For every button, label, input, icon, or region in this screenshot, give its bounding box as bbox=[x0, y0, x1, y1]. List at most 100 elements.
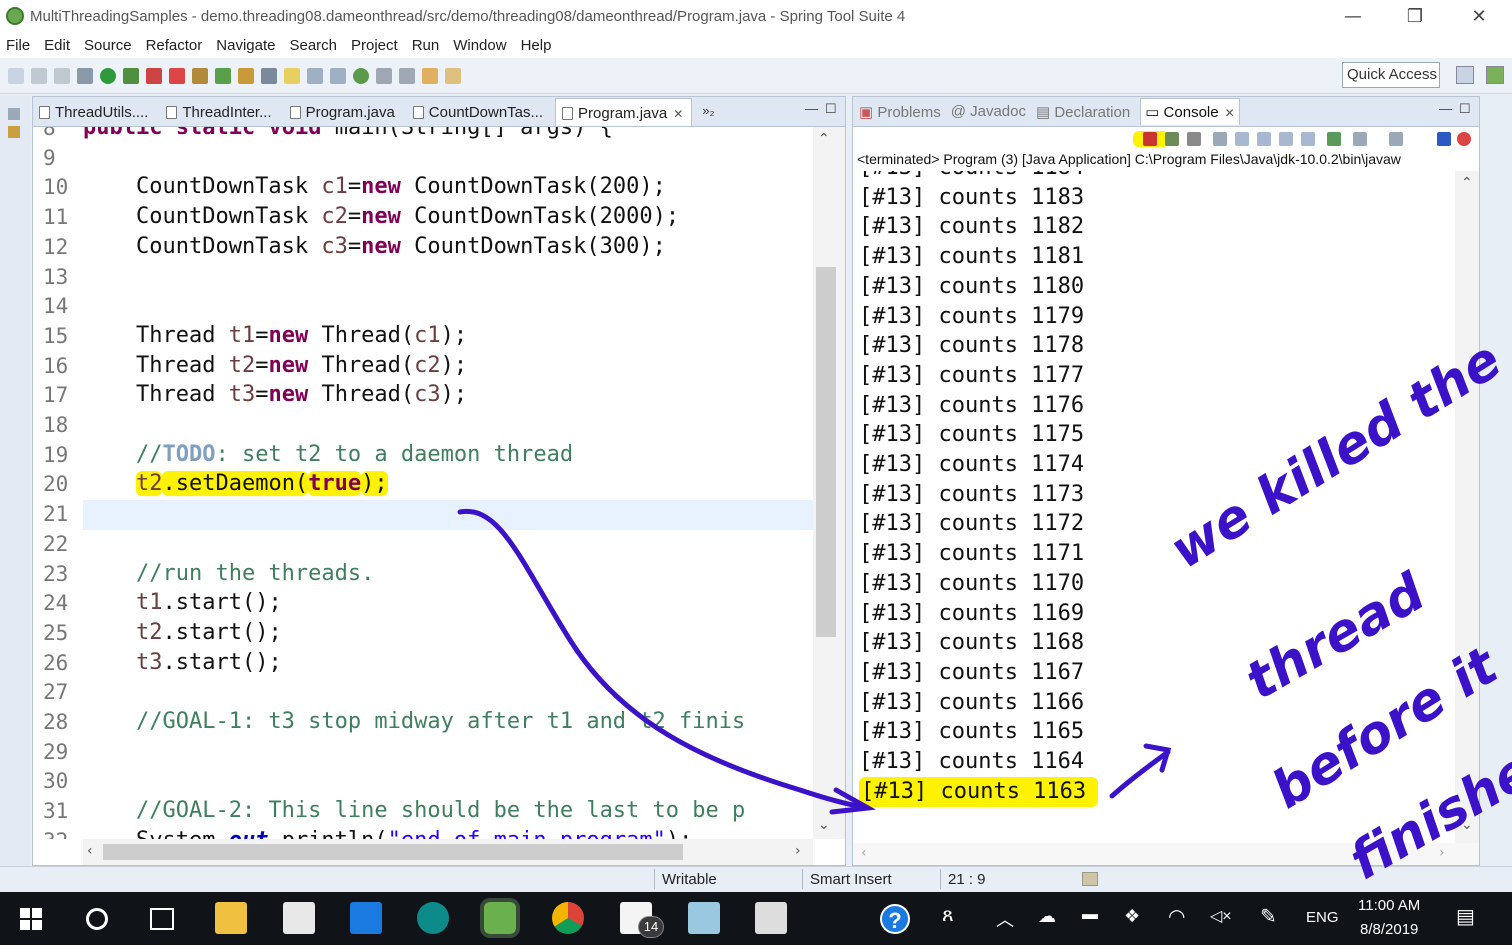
chrome-icon[interactable] bbox=[552, 902, 584, 934]
editor-vertical-scrollbar[interactable]: ⌃ ⌄ bbox=[813, 127, 845, 839]
menu-refactor[interactable]: Refactor bbox=[146, 37, 203, 54]
tab-problems[interactable]: ▣ Problems bbox=[859, 103, 941, 121]
photos-icon[interactable] bbox=[755, 902, 787, 934]
run-icon[interactable] bbox=[100, 67, 116, 84]
tab-threadinter[interactable]: ThreadInter... bbox=[160, 98, 279, 126]
quick-access-input[interactable]: Quick Access bbox=[1342, 62, 1440, 88]
pin-console-icon[interactable] bbox=[1327, 132, 1341, 146]
windows-start-icon[interactable] bbox=[20, 908, 42, 930]
toggle-mark-icon[interactable] bbox=[284, 67, 300, 84]
scroll-lock-icon[interactable] bbox=[1235, 132, 1249, 146]
minimize-button[interactable]: — bbox=[1330, 0, 1376, 32]
code-line[interactable]: 21 bbox=[33, 499, 813, 529]
scroll-right-icon[interactable]: › bbox=[795, 843, 801, 859]
menu-window[interactable]: Window bbox=[453, 37, 506, 54]
block-select-icon[interactable] bbox=[330, 67, 346, 84]
code-line[interactable]: 19 //TODO: set t2 to a daemon thread bbox=[33, 440, 813, 470]
open-perspective-icon[interactable] bbox=[1456, 66, 1474, 84]
code-line[interactable]: 16 Thread t2=new Thread(c2); bbox=[33, 351, 813, 381]
new-class-icon[interactable] bbox=[215, 67, 231, 84]
dropbox-tray-icon[interactable]: ❖ bbox=[1124, 906, 1140, 927]
package-explorer-icon[interactable] bbox=[8, 126, 20, 138]
menu-edit[interactable]: Edit bbox=[44, 37, 70, 54]
coverage-icon[interactable] bbox=[123, 67, 139, 84]
previous-annotation-icon[interactable] bbox=[399, 67, 415, 84]
menu-navigate[interactable]: Navigate bbox=[216, 37, 275, 54]
clear-console-icon[interactable] bbox=[1213, 132, 1227, 146]
pen-workspace-icon[interactable]: ✎ bbox=[1260, 904, 1277, 929]
scrollbar-thumb[interactable] bbox=[816, 267, 836, 637]
code-line[interactable]: 22 bbox=[33, 529, 813, 559]
maximize-editor-icon[interactable]: ☐ bbox=[825, 101, 837, 117]
battery-icon[interactable]: ▬ bbox=[1082, 906, 1098, 924]
spring-boot-icon[interactable] bbox=[1457, 132, 1471, 146]
clock-date[interactable]: 8/8/2019 bbox=[1360, 921, 1418, 938]
tab-threadutils[interactable]: ThreadUtils.... bbox=[33, 98, 156, 126]
minimize-console-icon[interactable]: — bbox=[1439, 101, 1452, 116]
code-line[interactable]: 29 bbox=[33, 737, 813, 767]
code-line[interactable]: 13 bbox=[33, 262, 813, 292]
show-hidden-icons-icon[interactable]: ︿ bbox=[996, 906, 1014, 932]
next-annotation-icon[interactable] bbox=[376, 67, 392, 84]
store-icon[interactable] bbox=[283, 902, 315, 934]
tab-console[interactable]: ▭ Console ✕ bbox=[1140, 98, 1240, 125]
open-type-icon[interactable] bbox=[238, 67, 254, 84]
cortana-icon[interactable] bbox=[86, 908, 108, 930]
search-icon[interactable] bbox=[261, 67, 277, 84]
close-button[interactable]: ✕ bbox=[1456, 0, 1502, 32]
scroll-up-icon[interactable]: ⌃ bbox=[818, 131, 830, 147]
link-icon[interactable] bbox=[1437, 132, 1451, 146]
debug-icon[interactable] bbox=[77, 67, 93, 84]
tab-program-java[interactable]: Program.java bbox=[284, 98, 403, 126]
show-on-stdout-icon[interactable] bbox=[1279, 132, 1293, 146]
console-vertical-scrollbar[interactable]: ⌃ ⌄ bbox=[1455, 171, 1479, 843]
remove-all-terminated-icon[interactable] bbox=[1187, 132, 1201, 146]
tab-javadoc[interactable]: @ Javadoc bbox=[951, 103, 1026, 120]
restore-view-icon[interactable] bbox=[8, 108, 20, 120]
editor-horizontal-scrollbar[interactable]: ‹ › bbox=[83, 839, 813, 865]
code-line[interactable]: 18 bbox=[33, 410, 813, 440]
more-tabs-button[interactable]: »₂ bbox=[696, 103, 720, 126]
spring-tool-suite-taskbar-icon[interactable] bbox=[484, 902, 516, 934]
code-line[interactable]: 17 Thread t3=new Thread(c3); bbox=[33, 380, 813, 410]
close-tab-icon[interactable]: ✕ bbox=[673, 107, 683, 121]
language-indicator[interactable]: ENG bbox=[1306, 909, 1339, 926]
code-line[interactable]: 10 CountDownTask c1=new CountDownTask(20… bbox=[33, 172, 813, 202]
external-tools-icon[interactable] bbox=[169, 67, 185, 84]
file-explorer-icon[interactable] bbox=[215, 902, 247, 934]
wifi-icon[interactable]: ◠ bbox=[1168, 904, 1185, 929]
code-line[interactable]: 15 Thread t1=new Thread(c1); bbox=[33, 321, 813, 351]
volume-muted-icon[interactable]: ◁× bbox=[1210, 906, 1232, 926]
menu-help[interactable]: Help bbox=[521, 37, 552, 54]
maximize-console-icon[interactable]: ☐ bbox=[1459, 101, 1471, 117]
save-all-icon[interactable] bbox=[54, 67, 70, 84]
code-line[interactable]: 28 //GOAL-1: t3 stop midway after t1 and… bbox=[33, 707, 813, 737]
minimize-editor-icon[interactable]: — bbox=[805, 101, 818, 116]
boot-dashboard-icon[interactable] bbox=[353, 67, 369, 84]
back-icon[interactable] bbox=[422, 67, 438, 84]
save-icon[interactable] bbox=[31, 67, 47, 84]
code-line[interactable]: 30 bbox=[33, 766, 813, 796]
task-view-icon[interactable] bbox=[150, 908, 174, 930]
scroll-left-icon[interactable]: ‹ bbox=[87, 843, 93, 859]
scroll-up-icon[interactable]: ⌃ bbox=[1461, 175, 1473, 191]
scroll-down-icon[interactable]: ⌄ bbox=[818, 817, 830, 833]
dropbox-icon[interactable] bbox=[350, 902, 382, 934]
stop-icon[interactable] bbox=[146, 67, 162, 84]
tab-countdowntask[interactable]: CountDownTas... bbox=[407, 98, 551, 126]
people-icon[interactable]: ጸ bbox=[942, 904, 954, 927]
code-line[interactable]: 25 t2.start(); bbox=[33, 618, 813, 648]
forward-icon[interactable] bbox=[445, 67, 461, 84]
progress-icon[interactable] bbox=[1082, 872, 1098, 886]
clock-time[interactable]: 11:00 AM bbox=[1358, 897, 1420, 914]
code-line[interactable]: 12 CountDownTask c3=new CountDownTask(30… bbox=[33, 232, 813, 262]
code-line[interactable]: 24 t1.start(); bbox=[33, 588, 813, 618]
arduino-icon[interactable] bbox=[417, 902, 449, 934]
code-line[interactable]: 26 t3.start(); bbox=[33, 648, 813, 678]
code-text-area[interactable]: 8 public static void main(String[] args) … bbox=[33, 127, 813, 839]
restore-button[interactable]: ❐ bbox=[1392, 0, 1438, 32]
code-line[interactable]: 14 bbox=[33, 291, 813, 321]
java-perspective-icon[interactable] bbox=[1486, 66, 1504, 84]
terminate-icon[interactable] bbox=[1143, 132, 1157, 146]
scroll-left-icon[interactable]: ‹ bbox=[861, 845, 867, 861]
